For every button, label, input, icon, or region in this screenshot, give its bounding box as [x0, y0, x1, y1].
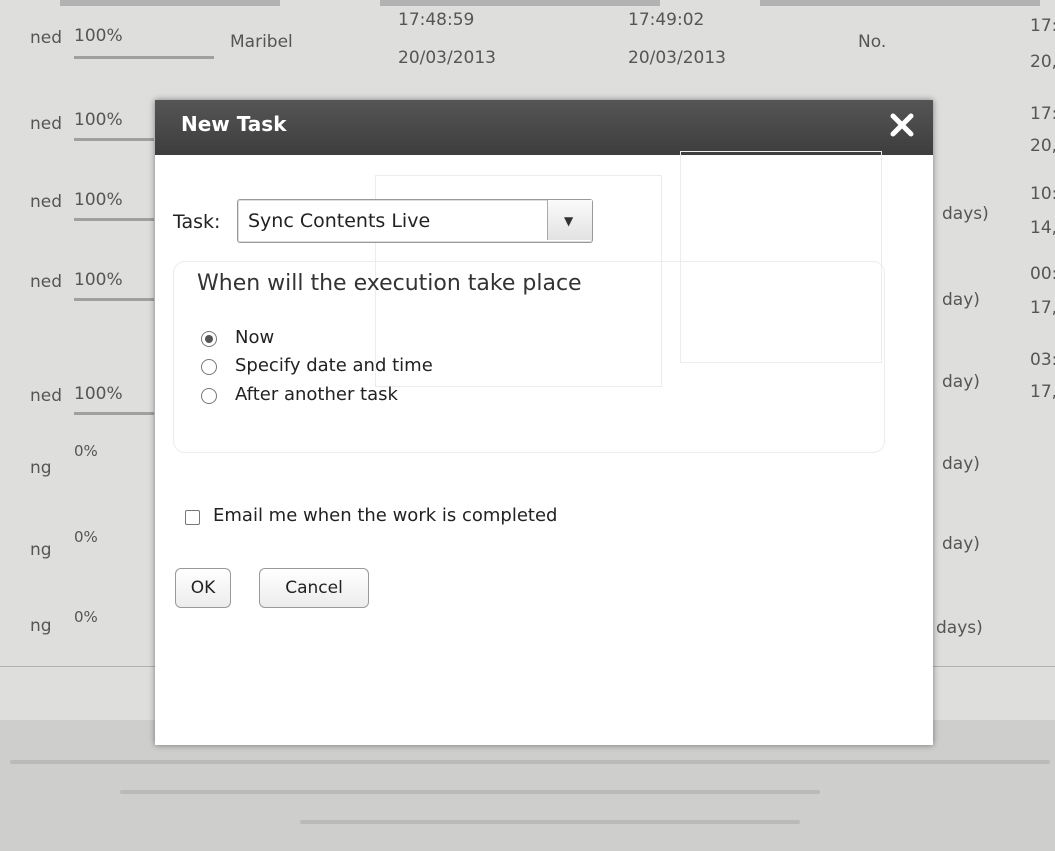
radio-button[interactable]	[201, 331, 217, 347]
email-checkbox[interactable]	[185, 510, 200, 525]
cancel-button[interactable]: Cancel	[259, 568, 369, 608]
dialog-titlebar: New Task	[155, 100, 933, 155]
task-select-value: Sync Contents Live	[248, 210, 431, 232]
radio-button[interactable]	[201, 359, 217, 375]
cancel-label: Cancel	[285, 578, 343, 598]
ok-button[interactable]: OK	[175, 568, 231, 608]
task-label: Task:	[173, 211, 221, 233]
radio-label: Now	[235, 327, 275, 348]
task-select[interactable]: Sync Contents Live ▼	[237, 199, 593, 243]
new-task-dialog: New Task Task: Sync Contents Live ▼ When…	[155, 100, 933, 745]
chevron-down-icon: ▼	[564, 214, 574, 228]
execution-heading: When will the execution take place	[197, 271, 582, 296]
radio-label: After another task	[235, 384, 398, 405]
email-label: Email me when the work is completed	[213, 505, 558, 526]
dropdown-button[interactable]: ▼	[547, 200, 592, 240]
radio-button[interactable]	[201, 388, 217, 404]
radio-label: Specify date and time	[235, 355, 433, 376]
ok-label: OK	[190, 578, 216, 598]
dialog-content: Task: Sync Contents Live ▼ When will the…	[155, 151, 933, 745]
dialog-title: New Task	[181, 112, 287, 136]
close-icon[interactable]	[885, 108, 919, 142]
